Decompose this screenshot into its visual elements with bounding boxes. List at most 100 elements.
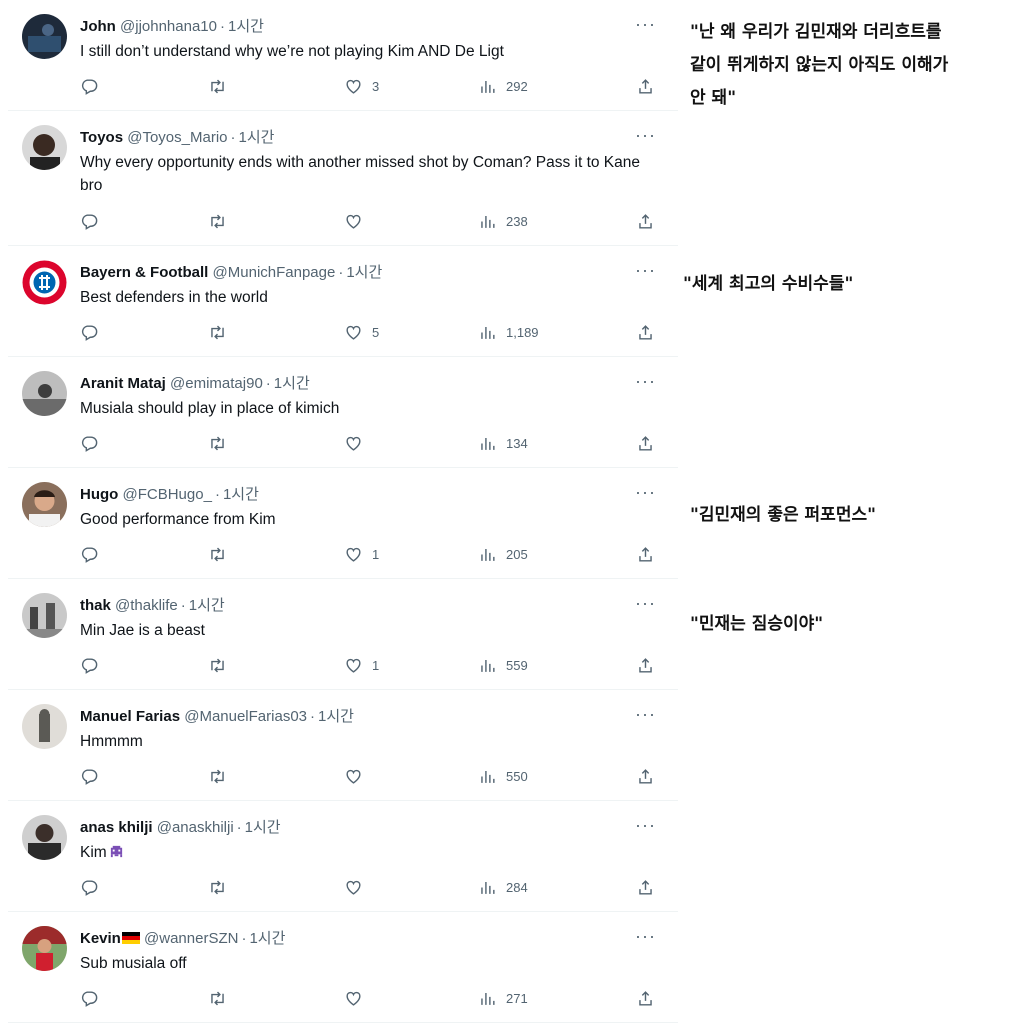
reply-button[interactable] xyxy=(80,655,99,675)
user-handle[interactable]: @wannerSZN xyxy=(144,930,238,947)
user-name[interactable]: Hugo xyxy=(80,486,118,503)
user-handle[interactable]: @emimataj90 xyxy=(170,375,263,392)
avatar[interactable] xyxy=(22,593,67,638)
user-name[interactable]: Kevin xyxy=(80,930,121,947)
more-icon[interactable]: ··· xyxy=(635,926,656,947)
tweet[interactable]: Kevin @wannerSZN · 1시간 Sub musiala off ···… xyxy=(8,912,678,1023)
tweet-time[interactable]: 1시간 xyxy=(228,18,264,35)
avatar[interactable] xyxy=(22,14,67,59)
tweet[interactable]: Bayern & Football @MunichFanpage · 1시간 Bes… xyxy=(8,246,678,357)
like-button[interactable]: 1 xyxy=(344,655,379,675)
more-icon[interactable]: ··· xyxy=(635,14,656,35)
retweet-button[interactable] xyxy=(208,211,227,231)
retweet-button[interactable] xyxy=(208,766,227,786)
retweet-button[interactable] xyxy=(208,655,227,675)
reply-button[interactable] xyxy=(80,76,99,96)
tweet[interactable]: Toyos @Toyos_Mario · 1시간 Why every opportu… xyxy=(8,111,678,246)
tweet-time[interactable]: 1시간 xyxy=(245,819,281,836)
views-button[interactable]: 550 xyxy=(478,766,528,786)
views-button[interactable]: 134 xyxy=(478,433,528,453)
reply-button[interactable] xyxy=(80,433,99,453)
tweet[interactable]: Manuel Farias @ManuelFarias03 · 1시간 Hmmmm … xyxy=(8,690,678,801)
more-icon[interactable]: ··· xyxy=(635,125,656,146)
share-button[interactable] xyxy=(636,322,655,342)
more-icon[interactable]: ··· xyxy=(635,482,656,503)
reply-button[interactable] xyxy=(80,211,99,231)
reply-button[interactable] xyxy=(80,988,99,1008)
user-handle[interactable]: @MunichFanpage xyxy=(213,264,336,281)
user-name[interactable]: anas khilji xyxy=(80,819,153,836)
user-handle[interactable]: @Toyos_Mario xyxy=(127,129,227,146)
tweet[interactable]: Aranit Mataj @emimataj90 · 1시간 Musiala sho… xyxy=(8,357,678,468)
reply-button[interactable] xyxy=(80,322,99,342)
reply-button[interactable] xyxy=(80,877,99,897)
user-name[interactable]: Bayern & Football xyxy=(80,264,208,281)
share-button[interactable] xyxy=(636,544,655,564)
user-handle[interactable]: @thaklife xyxy=(115,597,178,614)
tweet-time[interactable]: 1시간 xyxy=(189,597,225,614)
like-button[interactable] xyxy=(344,877,372,897)
retweet-button[interactable] xyxy=(208,544,227,564)
user-handle[interactable]: @anaskhilji xyxy=(157,819,234,836)
retweet-button[interactable] xyxy=(208,322,227,342)
views-button[interactable]: 284 xyxy=(478,877,528,897)
tweet-time[interactable]: 1시간 xyxy=(223,486,259,503)
like-button[interactable]: 1 xyxy=(344,544,379,564)
reply-button[interactable] xyxy=(80,766,99,786)
share-button[interactable] xyxy=(636,988,655,1008)
tweet-time[interactable]: 1시간 xyxy=(318,708,354,725)
views-button[interactable]: 271 xyxy=(478,988,528,1008)
avatar[interactable] xyxy=(22,371,67,416)
tweet[interactable]: thak @thaklife · 1시간 Min Jae is a beast ··… xyxy=(8,579,678,690)
views-button[interactable]: 559 xyxy=(478,655,528,675)
share-button[interactable] xyxy=(636,76,655,96)
tweet-time[interactable]: 1시간 xyxy=(239,129,275,146)
user-name[interactable]: John xyxy=(80,18,116,35)
tweet-time[interactable]: 1시간 xyxy=(346,264,382,281)
avatar[interactable] xyxy=(22,482,67,527)
share-button[interactable] xyxy=(636,433,655,453)
tweet[interactable]: John @jjohnhana10 · 1시간 I still don’t unde… xyxy=(8,0,678,111)
avatar[interactable] xyxy=(22,125,67,170)
user-handle[interactable]: @FCBHugo_ xyxy=(123,486,212,503)
share-button[interactable] xyxy=(636,655,655,675)
avatar[interactable] xyxy=(22,926,67,971)
user-handle[interactable]: @ManuelFarias03 xyxy=(184,708,307,725)
retweet-button[interactable] xyxy=(208,76,227,96)
more-icon[interactable]: ··· xyxy=(635,371,656,392)
user-name[interactable]: Manuel Farias xyxy=(80,708,180,725)
views-button[interactable]: 292 xyxy=(478,76,528,96)
like-button[interactable] xyxy=(344,988,372,1008)
avatar[interactable] xyxy=(22,704,67,749)
like-button[interactable] xyxy=(344,211,372,231)
share-button[interactable] xyxy=(636,877,655,897)
avatar[interactable] xyxy=(22,815,67,860)
reply-button[interactable] xyxy=(80,544,99,564)
more-icon[interactable]: ··· xyxy=(635,593,656,614)
user-name[interactable]: Aranit Mataj xyxy=(80,375,166,392)
like-button[interactable]: 3 xyxy=(344,76,379,96)
like-button[interactable] xyxy=(344,766,372,786)
retweet-button[interactable] xyxy=(208,988,227,1008)
more-icon[interactable]: ··· xyxy=(635,704,656,725)
user-name[interactable]: thak xyxy=(80,597,111,614)
views-button[interactable]: 238 xyxy=(478,211,528,231)
tweet[interactable]: Hugo @FCBHugo_ · 1시간 Good performance from… xyxy=(8,468,678,579)
tweet-time[interactable]: 1시간 xyxy=(274,375,310,392)
views-button[interactable]: 1,189 xyxy=(478,322,539,342)
user-name[interactable]: Toyos xyxy=(80,129,123,146)
more-icon[interactable]: ··· xyxy=(635,815,656,836)
more-icon[interactable]: ··· xyxy=(635,260,656,281)
share-button[interactable] xyxy=(636,766,655,786)
like-button[interactable]: 5 xyxy=(344,322,379,342)
like-button[interactable] xyxy=(344,433,372,453)
tweet[interactable]: anas khilji @anaskhilji · 1시간 Kim ··· 284 xyxy=(8,801,678,912)
views-button[interactable]: 205 xyxy=(478,544,528,564)
retweet-button[interactable] xyxy=(208,433,227,453)
share-button[interactable] xyxy=(636,211,655,231)
user-handle[interactable]: @jjohnhana10 xyxy=(120,18,217,35)
tweet-time[interactable]: 1시간 xyxy=(249,930,285,947)
avatar[interactable] xyxy=(22,260,67,305)
retweet-button[interactable] xyxy=(208,877,227,897)
like-icon xyxy=(344,212,363,231)
